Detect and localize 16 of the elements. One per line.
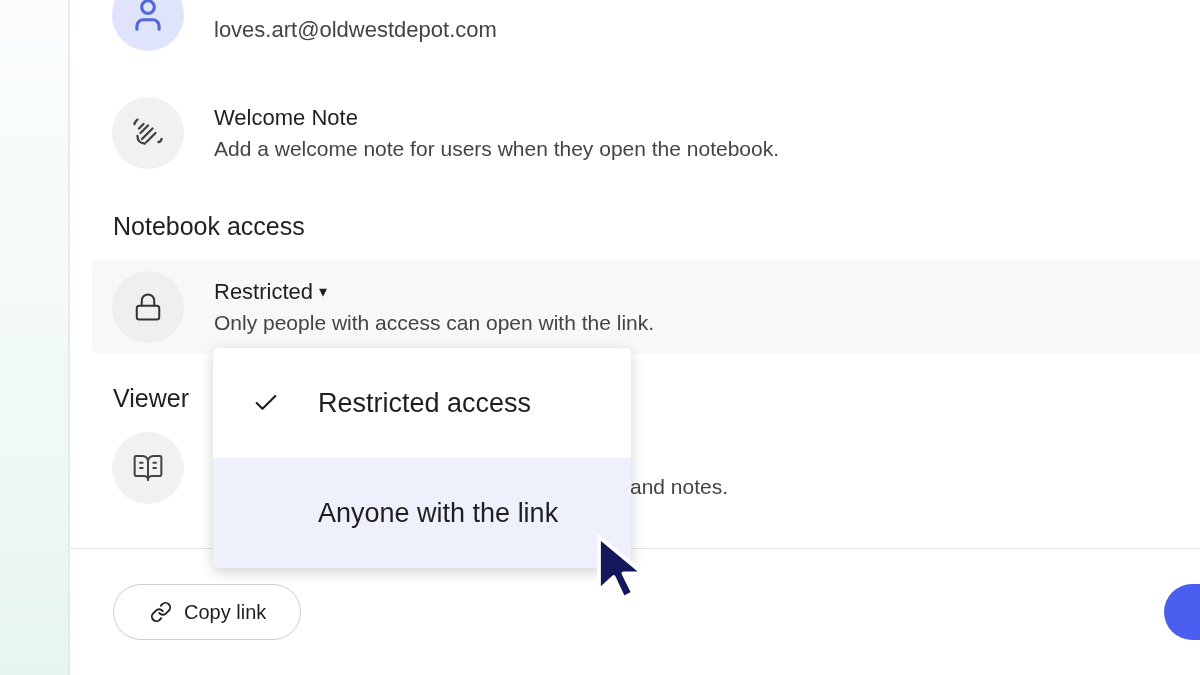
welcome-note-description: Add a welcome note for users when they open the notebook.	[214, 137, 780, 161]
link-icon	[150, 601, 172, 623]
owner-email: loves.art@oldwestdepot.com	[214, 17, 497, 43]
access-row[interactable]: Restricted ▾ Only people with access can open with the link.	[92, 259, 1200, 354]
access-dropdown[interactable]: Restricted ▾	[214, 278, 655, 305]
book-icon	[132, 452, 164, 484]
copy-link-button[interactable]: Copy link	[113, 584, 302, 640]
lock-icon	[133, 291, 163, 322]
menu-item[interactable]: Restricted access	[213, 348, 631, 458]
viewers-description: and notes.	[630, 475, 729, 499]
access-description: Only people with access can open with the link.	[214, 310, 655, 335]
menu-item[interactable]: Anyone with the link	[213, 458, 631, 568]
section-heading: Viewer	[113, 384, 189, 413]
section-heading: Notebook access	[113, 212, 305, 241]
welcome-note-title: Welcome Note	[214, 105, 359, 131]
primary-button[interactable]	[1164, 584, 1200, 640]
